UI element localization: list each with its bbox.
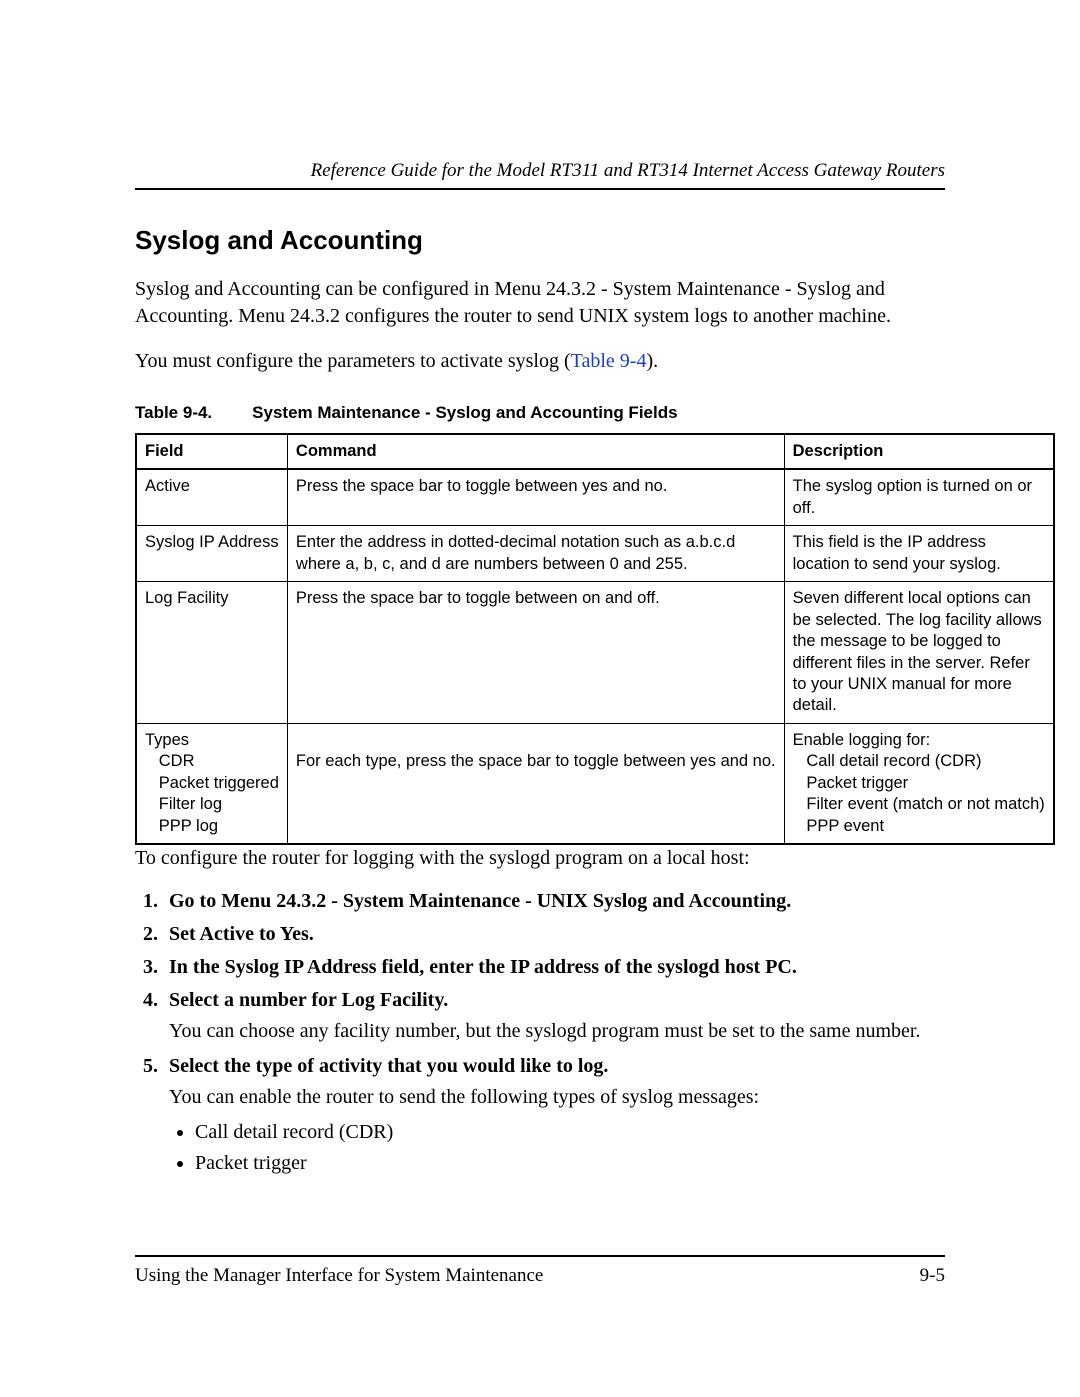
cell-description: Enable logging for: Call detail record (… (784, 723, 1054, 844)
cell-field: Active (136, 469, 287, 525)
table-row: Log Facility Press the space bar to togg… (136, 582, 1054, 724)
page: Reference Guide for the Model RT311 and … (0, 0, 1080, 1397)
intro-paragraph-1: Syslog and Accounting can be configured … (135, 276, 945, 330)
table-header-row: Field Command Description (136, 434, 1054, 469)
step-1-text: Go to Menu 24.3.2 - System Maintenance -… (169, 890, 791, 912)
step-1: Go to Menu 24.3.2 - System Maintenance -… (163, 890, 945, 913)
bullet-packet-trigger: Packet trigger (195, 1152, 945, 1175)
cell-description: The syslog option is turned on or off. (784, 469, 1054, 525)
th-command: Command (287, 434, 784, 469)
intro-paragraph-2: You must configure the parameters to act… (135, 348, 945, 375)
cell-description: Seven different local options can be sel… (784, 582, 1054, 724)
step-5-text: Select the type of activity that you wou… (169, 1055, 608, 1077)
cell-field: Log Facility (136, 582, 287, 724)
table-row: Types CDR Packet triggered Filter log PP… (136, 723, 1054, 844)
page-footer: Using the Manager Interface for System M… (135, 1255, 945, 1287)
cell-command: Press the space bar to toggle between ye… (287, 469, 784, 525)
step-4: Select a number for Log Facility. You ca… (163, 989, 945, 1043)
para2-pre: You must configure the parameters to act… (135, 350, 571, 372)
steps-list: Go to Menu 24.3.2 - System Maintenance -… (135, 890, 945, 1175)
step-3-text: In the Syslog IP Address field, enter th… (169, 956, 797, 978)
cell-field: Syslog IP Address (136, 526, 287, 582)
step-5-sub: You can enable the router to send the fo… (169, 1086, 945, 1109)
cell-command: Press the space bar to toggle between on… (287, 582, 784, 724)
running-header: Reference Guide for the Model RT311 and … (135, 160, 945, 190)
step-4-sub: You can choose any facility number, but … (169, 1020, 945, 1043)
th-description: Description (784, 434, 1054, 469)
step-5: Select the type of activity that you wou… (163, 1055, 945, 1175)
cell-description: This field is the IP address location to… (784, 526, 1054, 582)
table-label: Table 9-4. (135, 403, 212, 422)
step-4-text: Select a number for Log Facility. (169, 989, 448, 1011)
section-heading: Syslog and Accounting (135, 225, 945, 256)
config-intro: To configure the router for logging with… (135, 845, 945, 872)
step-2: Set Active to Yes. (163, 923, 945, 946)
bullet-cdr: Call detail record (CDR) (195, 1121, 945, 1144)
cell-field: Types CDR Packet triggered Filter log PP… (136, 723, 287, 844)
step-2-text: Set Active to Yes. (169, 923, 314, 945)
syslog-fields-table: Field Command Description Active Press t… (135, 433, 1055, 845)
footer-page-number: 9-5 (920, 1265, 945, 1287)
table-title: System Maintenance - Syslog and Accounti… (252, 403, 677, 422)
footer-section-title: Using the Manager Interface for System M… (135, 1265, 543, 1287)
th-field: Field (136, 434, 287, 469)
table-row: Active Press the space bar to toggle bet… (136, 469, 1054, 525)
para2-post: ). (646, 350, 658, 372)
table-row: Syslog IP Address Enter the address in d… (136, 526, 1054, 582)
table-xref-link[interactable]: Table 9-4 (571, 350, 647, 372)
step-3: In the Syslog IP Address field, enter th… (163, 956, 945, 979)
cell-command: For each type, press the space bar to to… (287, 723, 784, 844)
step-5-bullets: Call detail record (CDR) Packet trigger (169, 1121, 945, 1175)
table-caption: Table 9-4. System Maintenance - Syslog an… (135, 403, 945, 423)
cell-command: Enter the address in dotted-decimal nota… (287, 526, 784, 582)
